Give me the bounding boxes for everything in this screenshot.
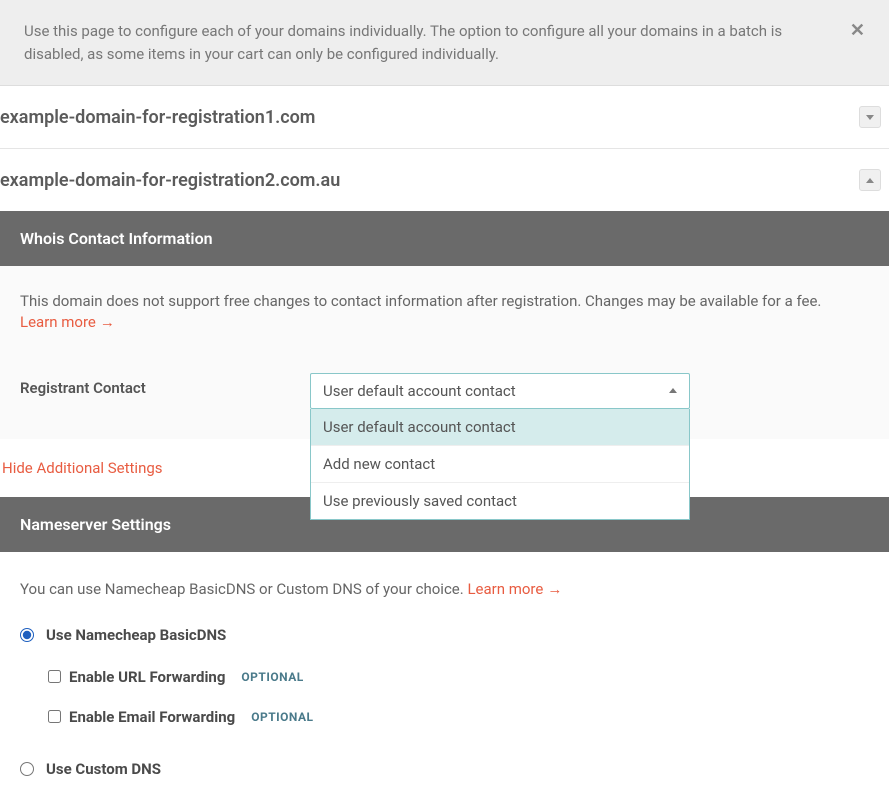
basic-dns-label: Use Namecheap BasicDNS xyxy=(46,626,226,644)
dropdown-option-saved[interactable]: Use previously saved contact xyxy=(311,483,689,519)
dropdown-menu: User default account contact Add new con… xyxy=(310,409,690,520)
dropdown-option-add-new[interactable]: Add new contact xyxy=(311,446,689,483)
basic-dns-radio[interactable] xyxy=(20,628,34,642)
dropdown-option-default[interactable]: User default account contact xyxy=(311,409,689,446)
notice-bar: Use this page to configure each of your … xyxy=(0,0,889,86)
domain-name-2: example-domain-for-registration2.com.au xyxy=(0,170,340,191)
nameserver-section-body: You can use Namecheap BasicDNS or Custom… xyxy=(0,552,889,812)
whois-section-body: This domain does not support free change… xyxy=(0,266,889,439)
collapse-toggle-2[interactable] xyxy=(859,169,881,191)
whois-section-header: Whois Contact Information xyxy=(0,211,889,266)
domain-name-1: example-domain-for-registration1.com xyxy=(0,107,315,128)
optional-tag: OPTIONAL xyxy=(241,670,303,684)
notice-text: Use this page to configure each of your … xyxy=(24,20,830,65)
domain-row-2[interactable]: example-domain-for-registration2.com.au xyxy=(0,149,889,211)
dropdown-selected-value: User default account contact xyxy=(323,382,516,400)
basic-dns-radio-row[interactable]: Use Namecheap BasicDNS xyxy=(20,626,869,644)
nameserver-intro-text: You can use Namecheap BasicDNS or Custom… xyxy=(20,580,467,598)
chevron-up-icon xyxy=(866,178,874,183)
arrow-right-icon: → xyxy=(100,313,115,331)
chevron-up-icon xyxy=(669,388,677,393)
custom-dns-label: Use Custom DNS xyxy=(46,760,161,778)
url-forwarding-row[interactable]: Enable URL Forwarding OPTIONAL xyxy=(48,668,869,686)
nameserver-learn-more-link[interactable]: Learn more → xyxy=(467,580,562,598)
registrant-contact-dropdown[interactable]: User default account contact User defaul… xyxy=(310,373,690,409)
custom-dns-radio[interactable] xyxy=(20,762,34,776)
nameserver-intro: You can use Namecheap BasicDNS or Custom… xyxy=(20,580,869,598)
url-forwarding-label: Enable URL Forwarding xyxy=(69,668,225,686)
email-forwarding-checkbox[interactable] xyxy=(48,710,61,723)
whois-info-text: This domain does not support free change… xyxy=(20,290,869,313)
custom-dns-radio-row[interactable]: Use Custom DNS xyxy=(20,760,869,778)
email-forwarding-label: Enable Email Forwarding xyxy=(69,708,235,726)
learn-more-label: Learn more xyxy=(20,313,96,331)
close-icon[interactable]: ✕ xyxy=(850,20,865,41)
domain-row-1[interactable]: example-domain-for-registration1.com xyxy=(0,86,889,149)
optional-tag: OPTIONAL xyxy=(251,710,313,724)
dropdown-trigger[interactable]: User default account contact xyxy=(310,373,690,409)
learn-more-label: Learn more xyxy=(467,580,543,598)
registrant-contact-label: Registrant Contact xyxy=(20,373,310,397)
email-forwarding-row[interactable]: Enable Email Forwarding OPTIONAL xyxy=(48,708,869,726)
url-forwarding-checkbox[interactable] xyxy=(48,670,61,683)
registrant-contact-row: Registrant Contact User default account … xyxy=(20,373,869,409)
arrow-right-icon: → xyxy=(547,580,562,598)
whois-learn-more-link[interactable]: Learn more → xyxy=(20,313,115,331)
expand-toggle-1[interactable] xyxy=(859,106,881,128)
chevron-down-icon xyxy=(866,115,874,120)
